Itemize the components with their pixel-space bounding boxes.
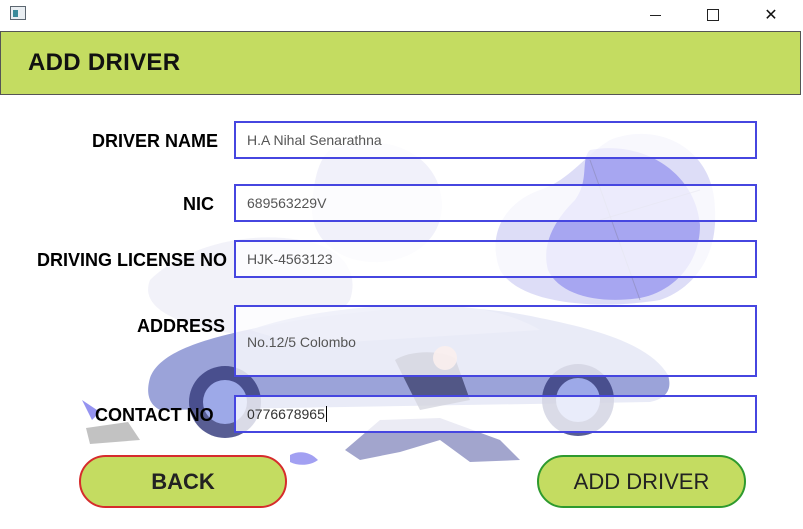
minimize-icon: [649, 14, 661, 16]
address-label: ADDRESS: [137, 316, 226, 336]
driver-name-value: H.A Nihal Senarathna: [247, 132, 382, 148]
license-value: HJK-4563123: [247, 251, 333, 267]
text-caret: [325, 406, 327, 422]
driver-name-field[interactable]: H.A Nihal Senarathna: [234, 121, 757, 159]
maximize-icon: [707, 9, 719, 21]
close-button[interactable]: ✕: [742, 0, 800, 30]
close-icon: ✕: [764, 7, 778, 24]
nic-value: 689563229V: [247, 195, 327, 211]
add-driver-button[interactable]: ADD DRIVER: [537, 455, 746, 508]
driver-name-label: DRIVER NAME: [92, 131, 219, 151]
contact-field[interactable]: 0776678965: [234, 395, 757, 433]
nic-label: NIC: [183, 194, 214, 214]
nic-field[interactable]: 689563229V: [234, 184, 757, 222]
license-field[interactable]: HJK-4563123: [234, 240, 757, 278]
page-title: ADD DRIVER: [28, 49, 181, 76]
contact-label: CONTACT NO: [95, 405, 214, 425]
maximize-button[interactable]: [684, 0, 742, 30]
license-label: DRIVING LICENSE NO: [37, 250, 228, 270]
window-titlebar: ✕: [0, 0, 803, 30]
address-field[interactable]: No.12/5 Colombo: [234, 305, 757, 377]
page-header: ADD DRIVER: [0, 31, 801, 95]
app-icon: [10, 6, 26, 20]
contact-value: 0776678965: [247, 406, 325, 422]
address-value: No.12/5 Colombo: [247, 334, 356, 350]
back-button[interactable]: BACK: [79, 455, 287, 508]
minimize-button[interactable]: [626, 0, 684, 30]
